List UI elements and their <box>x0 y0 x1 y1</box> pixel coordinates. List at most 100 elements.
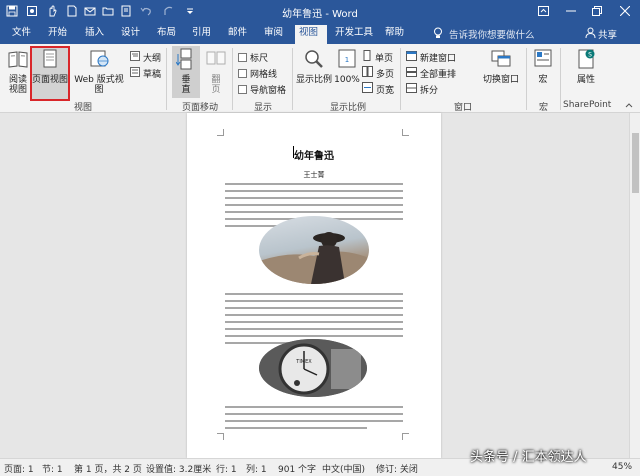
web-layout-button[interactable]: Web 版式视图 <box>70 46 128 95</box>
vertical-label: 垂直 <box>181 75 191 95</box>
zoom-100-button[interactable]: 1 100% <box>334 46 360 85</box>
new-window-icon <box>406 50 417 64</box>
group-separator <box>292 48 293 110</box>
tab-mailings[interactable]: 邮件 <box>224 26 251 44</box>
macros-group-label: 宏 <box>539 103 549 113</box>
scrollbar-thumb[interactable] <box>632 133 639 193</box>
globe-page-icon <box>70 48 128 73</box>
zoom-group-label: 显示比例 <box>330 103 367 113</box>
tab-view[interactable]: 视图 <box>295 25 327 44</box>
split-label: 拆分 <box>420 85 439 96</box>
photo-girl-hat <box>259 216 369 284</box>
macros-button[interactable]: 宏 <box>530 46 556 85</box>
gridlines-check[interactable] <box>238 68 247 78</box>
share-button[interactable]: 共享 <box>598 27 617 41</box>
switch-windows-button[interactable]: 切换窗口 <box>482 46 520 85</box>
print-layout-button[interactable]: 页面视图 <box>32 46 68 85</box>
page-movement-group-label: 页面移动 <box>182 103 219 113</box>
title-bar: 幼年鲁迅 - Word <box>0 0 640 22</box>
nav-pane-check[interactable] <box>238 84 247 94</box>
magnifier-icon <box>296 48 332 73</box>
ribbon-display-icon[interactable] <box>530 2 556 20</box>
tell-me-search[interactable]: 告诉我你想要做什么 <box>449 27 535 41</box>
switch-windows-icon <box>482 48 520 73</box>
draft-label: 草稿 <box>143 69 162 80</box>
outline-label: 大纲 <box>143 53 162 64</box>
show-group-label: 显示 <box>254 103 273 113</box>
tab-home[interactable]: 开始 <box>44 26 71 44</box>
draft-button[interactable]: 草稿 <box>130 66 161 80</box>
group-separator <box>526 48 527 110</box>
multi-page-label: 多页 <box>376 69 395 80</box>
tab-review[interactable]: 审阅 <box>260 26 287 44</box>
ruler-checkbox[interactable]: 标尺 <box>238 50 268 64</box>
views-group-label: 视图 <box>74 103 93 113</box>
switch-windows-label: 切换窗口 <box>482 75 519 85</box>
new-window-button[interactable]: 新建窗口 <box>406 50 456 64</box>
gridlines-checkbox[interactable]: 网格线 <box>238 66 277 80</box>
properties-button[interactable]: S 属性 <box>568 46 604 85</box>
collapse-ribbon-icon[interactable] <box>625 101 633 110</box>
zoom-button[interactable]: 显示比例 <box>296 46 332 85</box>
multi-page-button[interactable]: 多页 <box>362 66 394 80</box>
page-width-button[interactable]: 页宽 <box>362 82 394 96</box>
vertical-button[interactable]: 垂直 <box>172 46 200 98</box>
vertical-scrollbar[interactable] <box>629 113 640 458</box>
document-area[interactable]: 幼年鲁迅 王士菁 TIMEX <box>0 113 629 458</box>
side-pages-icon <box>204 48 228 73</box>
status-page[interactable]: 页面: 1 <box>4 462 34 475</box>
margin-mark <box>402 433 409 440</box>
outline-icon <box>130 50 140 64</box>
one-page-label: 单页 <box>375 53 394 64</box>
status-column[interactable]: 列: 1 <box>246 462 267 475</box>
status-page-of[interactable]: 第 1 页，共 2 页 <box>74 462 142 475</box>
page-icon <box>32 48 68 73</box>
document-page[interactable]: 幼年鲁迅 王士菁 TIMEX <box>187 113 441 458</box>
svg-text:TIMEX: TIMEX <box>295 359 312 365</box>
group-separator <box>560 48 561 110</box>
tab-references[interactable]: 引用 <box>188 26 215 44</box>
split-button[interactable]: 拆分 <box>406 82 438 96</box>
photo-clock: TIMEX <box>259 339 367 397</box>
nav-pane-checkbox[interactable]: 导航窗格 <box>238 82 286 96</box>
page-width-label: 页宽 <box>376 85 395 96</box>
tab-file[interactable]: 文件 <box>8 26 35 44</box>
one-page-button[interactable]: 单页 <box>362 50 393 64</box>
vertical-pages-icon <box>172 48 200 73</box>
arrange-all-button[interactable]: 全部重排 <box>406 66 456 80</box>
ribbon: 阅读视图 页面视图 Web 版式视图 大纲 草稿 视图 垂直 翻页 页面移动 标… <box>0 44 640 113</box>
minimize-icon[interactable] <box>558 2 584 20</box>
ruler-label: 标尺 <box>250 53 269 64</box>
sharepoint-icon: S <box>568 48 604 73</box>
status-language[interactable]: 中文(中国) <box>322 462 365 475</box>
outline-button[interactable]: 大纲 <box>130 50 161 64</box>
tab-developer[interactable]: 开发工具 <box>331 26 377 44</box>
multi-page-icon <box>362 66 373 80</box>
restore-icon[interactable] <box>584 2 610 20</box>
page-width-icon <box>362 82 373 96</box>
tab-layout[interactable]: 布局 <box>153 26 180 44</box>
side-to-side-label: 翻页 <box>211 75 221 95</box>
lightbulb-icon <box>433 27 443 42</box>
tab-design[interactable]: 设计 <box>117 26 144 44</box>
tab-insert[interactable]: 插入 <box>81 26 108 44</box>
svg-text:S: S <box>588 52 592 59</box>
new-window-label: 新建窗口 <box>420 53 457 64</box>
macros-label: 宏 <box>538 75 548 85</box>
status-track-changes[interactable]: 修订: 关闭 <box>376 462 418 475</box>
properties-label: 属性 <box>576 75 595 85</box>
side-to-side-button[interactable]: 翻页 <box>204 46 228 95</box>
status-position[interactable]: 设置值: 3.2厘米 <box>146 462 211 475</box>
close-icon[interactable] <box>612 2 638 20</box>
status-section[interactable]: 节: 1 <box>42 462 63 475</box>
arrange-all-icon <box>406 66 417 80</box>
window-group-label: 窗口 <box>454 103 473 113</box>
tab-help[interactable]: 帮助 <box>381 26 408 44</box>
read-mode-button[interactable]: 阅读视图 <box>4 46 32 95</box>
ruler-check[interactable] <box>238 52 247 62</box>
status-words[interactable]: 901 个字 <box>278 462 316 475</box>
status-zoom-level[interactable]: 45% <box>612 462 632 472</box>
watermark-text: 头条号 / 汇本领达人 <box>470 450 587 465</box>
status-line[interactable]: 行: 1 <box>216 462 237 475</box>
svg-text:1: 1 <box>345 56 349 64</box>
